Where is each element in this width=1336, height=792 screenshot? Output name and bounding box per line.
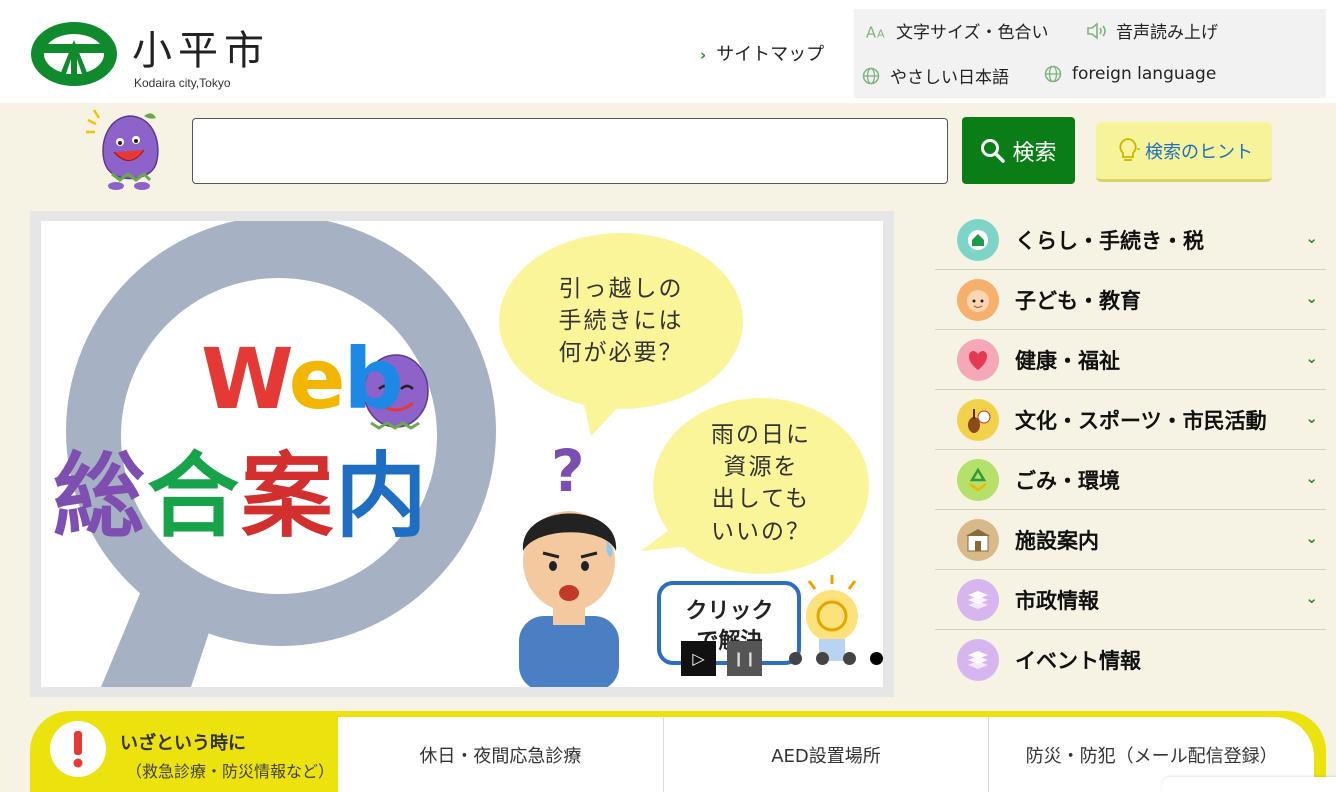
banner-main-char: 合 <box>147 443 242 550</box>
sitemap-link[interactable]: › サイトマップ <box>700 40 824 66</box>
city-emblem-icon <box>31 22 117 86</box>
banner-main-char: 総 <box>53 443 148 550</box>
category-item[interactable]: 市政情報 ⌄ <box>935 570 1326 630</box>
category-item[interactable]: イベント情報 <box>935 630 1326 690</box>
chevron-down-icon[interactable]: ⌄ <box>1305 289 1318 307</box>
search-hint-button[interactable]: 検索のヒント <box>1096 122 1272 182</box>
house-icon <box>957 218 999 261</box>
voice-read-link[interactable]: 音声読み上げ <box>1086 18 1218 43</box>
svg-text:A: A <box>866 24 876 41</box>
category-item[interactable]: 施設案内 ⌄ <box>935 510 1326 570</box>
building-icon <box>957 518 999 561</box>
banner-bubble-1: 引っ越しの 手続きには 何が必要？ <box>541 273 701 370</box>
child-face-icon <box>957 278 999 321</box>
pause-icon: ❙❙ <box>732 650 757 667</box>
text-size-icon: AA <box>866 20 888 42</box>
holiday-night-clinic-link[interactable]: 休日・夜間応急診療 <box>338 717 663 792</box>
city-name: 小平市 <box>132 28 270 74</box>
site-logo[interactable]: 小平市 Kodaira city,Tokyo <box>28 18 288 96</box>
chevron-down-icon[interactable]: ⌄ <box>1305 409 1318 427</box>
banner-carousel: ? Web 総合案内 引っ越しの 手続きには 何が必要？ 雨の日に 資源を 出し… <box>30 211 894 697</box>
city-name-english: Kodaira city,Tokyo <box>134 76 231 90</box>
carousel-dot-1[interactable] <box>789 652 802 665</box>
bubble-line: 引っ越しの <box>558 276 684 302</box>
category-item[interactable]: 健康・福祉 ⌄ <box>935 330 1326 390</box>
category-item[interactable]: くらし・手続き・税 ⌄ <box>935 210 1326 270</box>
carousel-dot-3[interactable] <box>843 652 856 665</box>
chevron-down-icon[interactable]: ⌄ <box>1305 589 1318 607</box>
category-item[interactable]: 文化・スポーツ・市民活動 ⌄ <box>935 390 1326 450</box>
mascot-icon <box>84 106 170 194</box>
foreign-language-label: foreign language <box>1072 64 1217 84</box>
carousel-dot-2[interactable] <box>816 652 829 665</box>
globe-icon <box>860 65 882 87</box>
sitemap-label: サイトマップ <box>716 44 825 65</box>
voice-read-label: 音声読み上げ <box>1116 23 1218 43</box>
exclamation-icon <box>50 721 106 777</box>
font-color-settings-label: 文字サイズ・色合い <box>896 23 1049 43</box>
chevron-right-icon: › <box>700 46 707 64</box>
svg-text:A: A <box>877 27 885 40</box>
category-label: 市政情報 <box>1015 588 1099 613</box>
banner-main-char: 内 <box>335 443 430 550</box>
globe-icon <box>1042 63 1064 85</box>
easy-japanese-link[interactable]: やさしい日本語 <box>860 63 1009 88</box>
chevron-down-icon[interactable]: ⌄ <box>1305 349 1318 367</box>
foreign-language-link[interactable]: foreign language <box>1042 63 1216 85</box>
documents-icon <box>957 578 999 621</box>
chevron-down-icon[interactable]: ⌄ <box>1305 469 1318 487</box>
category-label: イベント情報 <box>1015 649 1141 673</box>
site-header: 小平市 Kodaira city,Tokyo › サイトマップ AA 文字サイズ・… <box>0 0 1336 103</box>
utility-menu: AA 文字サイズ・色合い 音声読み上げ やさしい日本語 foreign lang… <box>854 9 1326 98</box>
carousel-pause-button[interactable]: ❙❙ <box>727 641 762 676</box>
play-icon: ▷ <box>692 649 705 668</box>
search-hint-label: 検索のヒント <box>1145 141 1253 163</box>
bubble-line: 出しても <box>711 486 811 513</box>
heart-icon <box>957 338 999 381</box>
category-menu: くらし・手続き・税 ⌄ 子ども・教育 ⌄ 健康・福祉 ⌄ 文化・スポーツ・市民活動 ⌄ ごみ・環… <box>935 210 1326 690</box>
category-label: 健康・福祉 <box>1015 348 1120 373</box>
category-label: ごみ・環境 <box>1015 468 1120 493</box>
emergency-title: いざという時に <box>120 733 246 754</box>
chevron-down-icon[interactable]: ⌄ <box>1305 529 1318 547</box>
page-top-tab <box>1162 777 1336 792</box>
search-button-label: 検索 <box>1012 140 1057 166</box>
click-line: クリック <box>685 599 774 624</box>
category-label: 施設案内 <box>1015 528 1099 553</box>
category-item[interactable]: 子ども・教育 ⌄ <box>935 270 1326 330</box>
search-button[interactable]: 検索 <box>962 117 1075 184</box>
carousel-dot-4[interactable] <box>870 652 883 665</box>
banner-slide[interactable]: ? Web 総合案内 引っ越しの 手続きには 何が必要？ 雨の日に 資源を 出し… <box>41 221 883 687</box>
documents-icon <box>957 639 999 681</box>
easy-japanese-label: やさしい日本語 <box>890 68 1009 88</box>
banner-bubble-2: 雨の日に 資源を 出しても いいの？ <box>691 419 831 548</box>
violin-icon <box>957 398 999 441</box>
category-label: くらし・手続き・税 <box>1015 228 1204 253</box>
search-input[interactable] <box>192 118 948 184</box>
chevron-down-icon[interactable]: ⌄ <box>1305 229 1318 247</box>
bubble-line: いいの？ <box>711 518 811 545</box>
bubble-line: 何が必要？ <box>558 340 684 367</box>
recycle-icon <box>957 458 999 501</box>
emergency-bar: いざという時に （救急診療・防災情報など） 休日・夜間応急診療 AED設置場所 … <box>30 711 1326 792</box>
bubble-line: 資源を <box>723 454 799 481</box>
bubble-line: 手続きには <box>558 308 684 335</box>
banner-main-char: 案 <box>241 443 336 550</box>
banner-web-b: b <box>343 330 404 428</box>
category-item[interactable]: ごみ・環境 ⌄ <box>935 450 1326 510</box>
banner-web-title: Web <box>201 330 404 428</box>
font-color-settings-link[interactable]: AA 文字サイズ・色合い <box>866 18 1049 43</box>
banner-main-title: 総合案内 <box>53 433 429 562</box>
page: 小平市 Kodaira city,Tokyo › サイトマップ AA 文字サイズ・… <box>0 0 1336 792</box>
carousel-play-button[interactable]: ▷ <box>681 641 716 676</box>
bubble-line: 雨の日に <box>711 422 811 448</box>
lightbulb-icon <box>1119 137 1140 161</box>
category-label: 子ども・教育 <box>1015 288 1141 313</box>
search-icon <box>981 138 1006 163</box>
aed-locations-link[interactable]: AED設置場所 <box>662 717 989 792</box>
speaker-icon <box>1086 20 1108 42</box>
category-label: 文化・スポーツ・市民活動 <box>1015 408 1267 433</box>
emergency-subtitle: （救急診療・防災情報など） <box>126 762 335 781</box>
svg-text:?: ? <box>551 437 585 505</box>
